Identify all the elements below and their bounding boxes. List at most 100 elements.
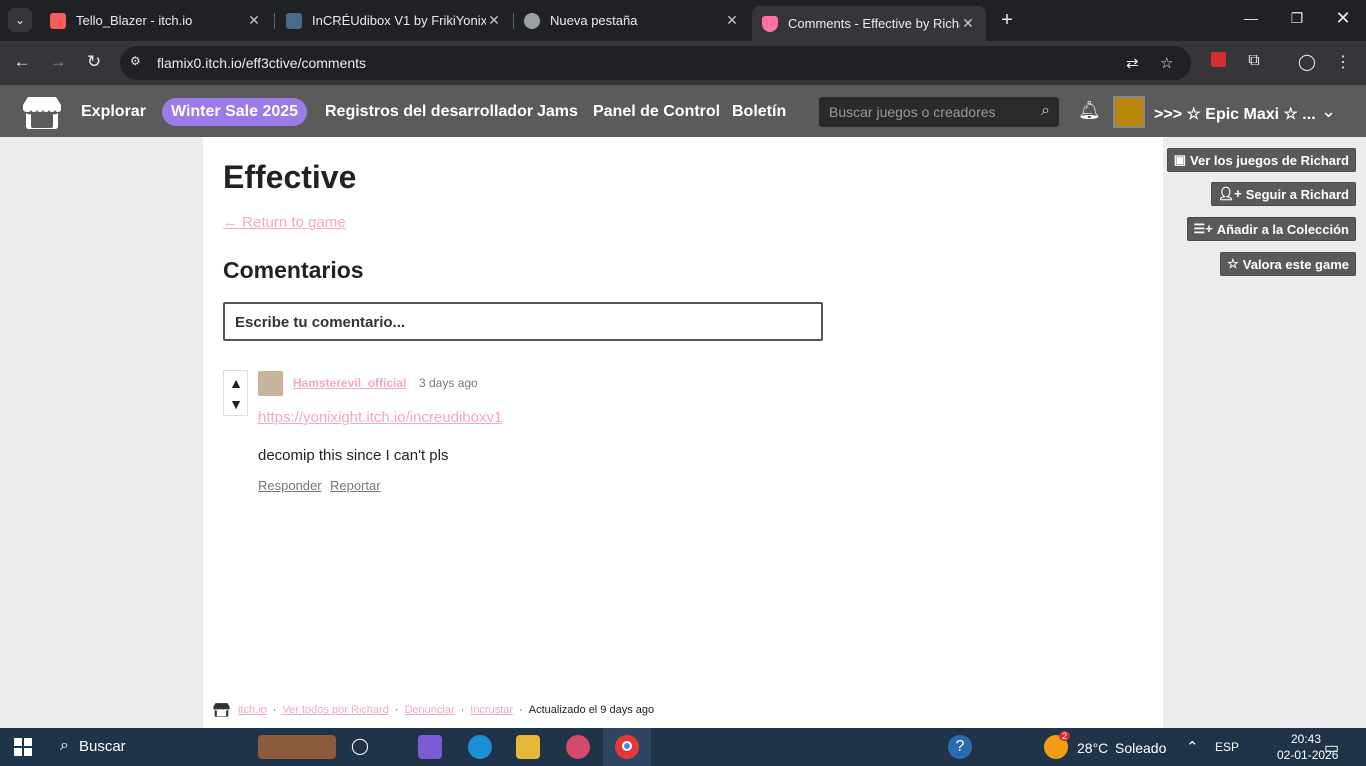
star-icon: ☆ (1227, 256, 1239, 271)
nav-jams[interactable]: Jams (537, 103, 578, 121)
back-icon[interactable]: ← (11, 52, 33, 72)
separator: · (272, 703, 277, 716)
help-icon[interactable]: ? (948, 735, 972, 759)
chevron-up-icon[interactable]: ⌃ (1186, 738, 1199, 756)
search-input[interactable] (819, 97, 1024, 127)
add-user-icon: 👤︎+ (1217, 186, 1242, 201)
copilot-icon[interactable] (418, 735, 442, 759)
browser-tab-active[interactable]: Comments - Effective by Richard ✕ (752, 6, 986, 41)
report-link[interactable]: Reportar (330, 478, 381, 493)
comment-input[interactable]: Escribe tu comentario... (223, 302, 823, 341)
reload-icon[interactable]: ↻ (83, 52, 105, 72)
extension-icon[interactable] (1207, 52, 1229, 72)
upvote-icon[interactable]: ▲ (227, 376, 245, 390)
rate-label: Valora este game (1242, 256, 1349, 272)
nav-newsletter[interactable]: Boletín (732, 103, 786, 121)
taskbar-widget-image[interactable] (258, 735, 336, 759)
separator: · (519, 703, 523, 716)
tab-title: InCRÉUdibox V1 by FrikiYonix (312, 13, 486, 28)
comment-link[interactable]: https://yonixight.itch.io/increudiboxv1 (258, 409, 502, 426)
url-text[interactable]: flamix0.itch.io/eff3ctive/comments (157, 55, 366, 71)
close-window-icon[interactable]: ✕ (1333, 8, 1353, 29)
game-favicon-icon (286, 12, 302, 29)
username[interactable]: >>> ☆ Epic Maxi ☆ ... (1154, 104, 1316, 124)
browser-toolbar: ← → ↻ ⚙ flamix0.itch.io/eff3ctive/commen… (0, 41, 1366, 85)
browser-tab-1[interactable]: Tello_Blazer - itch.io ✕ (40, 6, 272, 35)
site-search: ⌕ (819, 97, 1059, 127)
vote-box: ▲ ▼ (223, 370, 248, 416)
comment-body: decomip this since I can't pls (258, 447, 449, 464)
footer-embed-link[interactable]: Incrustar (470, 704, 513, 716)
profile-icon[interactable]: ◯ (1296, 52, 1318, 72)
paint-icon[interactable] (566, 735, 590, 759)
tab-divider (274, 13, 275, 29)
user-avatar[interactable] (1113, 96, 1145, 128)
footer-all-by-link[interactable]: Ver todos por Richard (282, 704, 388, 716)
close-tab-icon[interactable]: ✕ (724, 12, 740, 29)
notifications-icon[interactable]: ▭ (1324, 738, 1339, 758)
edge-icon[interactable] (468, 735, 492, 759)
browser-tab-strip: ⌄ Tello_Blazer - itch.io ✕ InCRÉUdibox V… (0, 0, 1366, 41)
search-icon: ⌕ (60, 737, 69, 754)
taskbar-search[interactable]: ⌕ Buscar (60, 737, 126, 755)
site-header: Explorar Winter Sale 2025 Registros del … (0, 85, 1366, 137)
more-menu-icon[interactable]: ⋮ (1332, 52, 1354, 72)
nav-dashboard[interactable]: Panel de Control (593, 103, 720, 121)
itch-favicon-icon (762, 15, 778, 32)
view-games-button[interactable]: ▣ Ver los juegos de Richard (1166, 148, 1356, 172)
footer-updated: Actualizado el 9 days ago (528, 703, 655, 716)
close-tab-icon[interactable]: ✕ (960, 15, 976, 32)
itch-icon: ▣ (1173, 152, 1187, 167)
footer-site-link[interactable]: itch.io (238, 704, 267, 716)
close-tab-icon[interactable]: ✕ (486, 12, 502, 29)
add-to-collection-button[interactable]: ☰+ Añadir a la Colección (1186, 217, 1356, 241)
new-tab-button[interactable]: + (996, 9, 1018, 32)
tab-title: Comments - Effective by Richard (788, 16, 960, 31)
tab-search-menu-button[interactable]: ⌄ (8, 8, 32, 32)
forward-icon[interactable]: → (47, 52, 69, 72)
task-view-icon[interactable]: ◯ (348, 735, 372, 759)
search-icon[interactable]: ⌕ (1041, 102, 1050, 120)
itch-logo-icon[interactable] (213, 702, 230, 717)
itch-logo-icon[interactable] (22, 95, 62, 129)
commenter-name[interactable]: Hamsterevil_official (293, 376, 406, 390)
downvote-icon[interactable]: ▼ (227, 397, 245, 411)
browser-tab-2[interactable]: InCRÉUdibox V1 by FrikiYonix ✕ (276, 6, 512, 35)
language-indicator[interactable]: ESP (1215, 740, 1239, 754)
rate-game-button[interactable]: ☆ Valora este game (1220, 252, 1356, 276)
comments-heading: Comentarios (223, 257, 364, 283)
add-list-icon: ☰+ (1193, 221, 1213, 236)
commenter-avatar[interactable] (258, 371, 283, 396)
footer-report-link[interactable]: Denunciar (404, 704, 454, 716)
comment-time[interactable]: 3 days ago (419, 376, 478, 390)
weather-temp[interactable]: 28°C (1077, 740, 1108, 756)
file-explorer-icon[interactable] (516, 735, 540, 759)
windows-start-icon[interactable] (14, 738, 32, 756)
nav-devlogs[interactable]: Registros del desarrollador (325, 103, 533, 121)
weather-badge: 2 (1059, 731, 1071, 741)
weather-text[interactable]: Soleado (1115, 740, 1166, 756)
minimize-icon[interactable]: — (1241, 10, 1261, 26)
site-info-icon[interactable]: ⚙ (130, 54, 146, 70)
page-footer: itch.io · Ver todos por Richard · Denunc… (213, 702, 654, 717)
clock-time[interactable]: 20:43 (1291, 732, 1321, 746)
restore-icon[interactable]: ❐ (1287, 10, 1307, 27)
translate-icon[interactable]: ⇄ (1126, 54, 1139, 72)
separator: · (394, 703, 399, 716)
close-tab-icon[interactable]: ✕ (246, 12, 262, 29)
page-title: Effective (223, 159, 357, 195)
follow-button[interactable]: 👤︎+ Seguir a Richard (1210, 182, 1356, 206)
follow-label: Seguir a Richard (1245, 186, 1349, 202)
tab-title: Nueva pestaña (550, 13, 638, 28)
nav-winter-sale[interactable]: Winter Sale 2025 (162, 98, 308, 126)
browser-tab-3[interactable]: Nueva pestaña ✕ (514, 6, 750, 35)
notification-bell-icon[interactable]: 🔔︎ (1078, 100, 1101, 121)
chevron-down-icon[interactable]: ⌄ (1321, 101, 1336, 122)
return-to-game-link[interactable]: ← Return to game (223, 214, 346, 231)
reply-link[interactable]: Responder (258, 478, 322, 493)
extensions-puzzle-icon[interactable]: ⧉ (1243, 52, 1265, 70)
chrome-icon[interactable] (615, 735, 639, 759)
bookmark-star-icon[interactable]: ☆ (1160, 54, 1173, 72)
nav-explorar[interactable]: Explorar (81, 103, 146, 121)
address-bar[interactable]: ⚙ flamix0.itch.io/eff3ctive/comments ⇄ ☆ (120, 46, 1191, 80)
